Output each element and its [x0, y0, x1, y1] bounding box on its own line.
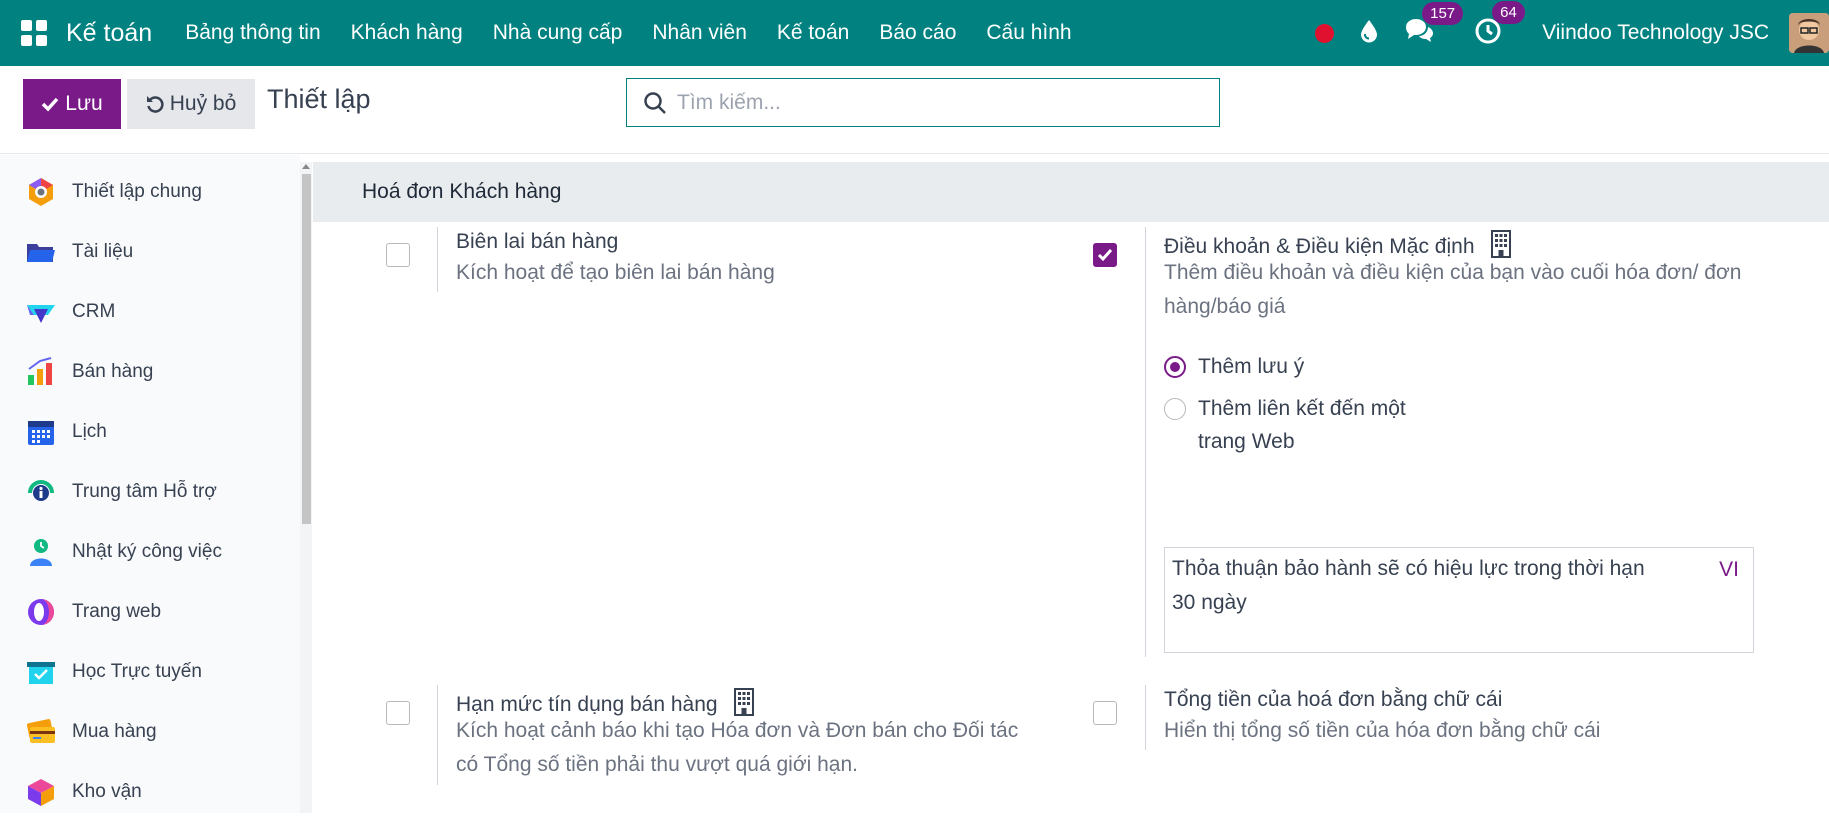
website-icon — [28, 599, 54, 625]
save-button[interactable]: Lưu — [23, 79, 121, 129]
user-avatar[interactable] — [1789, 13, 1829, 53]
menu-vendors[interactable]: Nhà cung cấp — [478, 21, 638, 45]
settings-sidebar: Thiết lập chung Tài liệu CRM Bán hàng Lị… — [0, 155, 300, 813]
sidebar-item-label: Học Trực tuyến — [72, 661, 202, 682]
settings-hexagon-icon — [29, 178, 53, 206]
discard-button[interactable]: Huỷ bỏ — [127, 79, 255, 129]
messages-icon[interactable]: 157 — [1404, 1, 1464, 49]
sidebar-item-label: Mua hàng — [72, 721, 157, 742]
app-brand[interactable]: Kế toán — [66, 19, 152, 48]
activity-clock-icon[interactable]: 64 — [1474, 0, 1525, 50]
sales-receipts-title: Biên lai bán hàng — [456, 230, 619, 253]
menu-dashboard[interactable]: Bảng thông tin — [170, 21, 335, 45]
credit-limit-checkbox[interactable] — [386, 701, 410, 725]
default-terms-title: Điều khoản & Điều kiện Mặc định — [1164, 230, 1512, 259]
sidebar-item-label: CRM — [72, 301, 116, 322]
menu-customers[interactable]: Khách hàng — [336, 21, 478, 45]
company-switcher[interactable]: Viindoo Technology JSC — [1542, 21, 1769, 45]
apps-grid-icon[interactable] — [21, 20, 47, 46]
credit-limit-title-text: Hạn mức tín dụng bán hàng — [456, 693, 718, 716]
default-terms-text: Thỏa thuận bảo hành sẽ có hiệu lực trong… — [1172, 557, 1645, 614]
sidebar-item-purchase[interactable]: Mua hàng — [0, 702, 295, 762]
settings-main: Hoá đơn Khách hàng Biên lai bán hàng Kíc… — [313, 155, 1829, 813]
drop-icon[interactable] — [1360, 19, 1378, 48]
top-navbar: Kế toán Bảng thông tin Khách hàng Nhà cu… — [0, 0, 1829, 66]
undo-icon — [146, 96, 164, 113]
sidebar-item-label: Trang web — [72, 601, 162, 622]
company-building-icon — [734, 688, 755, 716]
record-dot-icon[interactable] — [1315, 23, 1335, 43]
amount-in-words-checkbox[interactable] — [1093, 701, 1117, 725]
divider — [1145, 227, 1146, 657]
sidebar-item-label: Tài liệu — [72, 241, 134, 262]
page-title: Thiết lập — [267, 84, 371, 114]
menu-employees[interactable]: Nhân viên — [637, 21, 762, 45]
credit-limit-desc: Kích hoạt cảnh báo khi tạo Hóa đơn và Đơ… — [456, 719, 1019, 776]
default-terms-title-text: Điều khoản & Điều kiện Mặc định — [1164, 235, 1475, 258]
calendar-icon — [28, 421, 54, 445]
sidebar-item-documents[interactable]: Tài liệu — [0, 222, 295, 282]
sidebar-item-label: Nhật ký công việc — [72, 541, 222, 562]
language-switch-button[interactable]: VI — [1719, 553, 1739, 587]
sidebar-item-label: Thiết lập chung — [72, 181, 202, 202]
sidebar-item-crm[interactable]: CRM — [0, 282, 295, 342]
search-box[interactable] — [626, 78, 1220, 127]
systray: 157 64 Viindoo Technology JSC — [1315, 0, 1829, 66]
check-icon — [1097, 249, 1113, 262]
sidebar-item-label: Bán hàng — [72, 361, 154, 382]
sidebar-item-timesheet[interactable]: Nhật ký công việc — [0, 522, 295, 582]
company-building-icon — [1491, 230, 1512, 258]
radio-add-web-link[interactable] — [1164, 398, 1186, 420]
sidebar-item-website[interactable]: Trang web — [0, 582, 295, 642]
sidebar-item-sales[interactable]: Bán hàng — [0, 342, 295, 402]
sidebar-item-general-settings[interactable]: Thiết lập chung — [0, 162, 295, 222]
timesheet-icon — [30, 539, 52, 566]
scrollbar-thumb[interactable] — [302, 174, 311, 524]
folder-icon — [27, 244, 55, 262]
sales-receipts-checkbox[interactable] — [386, 243, 410, 267]
sidebar-item-inventory[interactable]: Kho vận — [0, 762, 295, 822]
section-title-customer-invoices: Hoá đơn Khách hàng — [313, 162, 1829, 222]
discard-label: Huỷ bỏ — [169, 92, 237, 115]
purchase-card-icon — [26, 719, 55, 743]
amount-in-words-desc: Hiển thị tổng số tiền của hóa đơn bằng c… — [1164, 719, 1601, 742]
control-panel: Lưu Huỷ bỏ Thiết lập — [0, 66, 1829, 154]
sidebar-item-label: Kho vận — [72, 781, 142, 802]
default-terms-textarea[interactable]: Thỏa thuận bảo hành sẽ có hiệu lực trong… — [1164, 547, 1754, 653]
amount-in-words-title: Tổng tiền của hoá đơn bằng chữ cái — [1164, 688, 1503, 711]
crm-icon — [27, 305, 55, 323]
sidebar-item-helpdesk[interactable]: Trung tâm Hỗ trợ — [0, 462, 295, 522]
credit-limit-title: Hạn mức tín dụng bán hàng — [456, 688, 755, 717]
sidebar-item-label: Trung tâm Hỗ trợ — [72, 481, 217, 502]
activities-badge: 64 — [1492, 0, 1525, 24]
menu-accounting[interactable]: Kế toán — [762, 21, 864, 45]
default-terms-desc: Thêm điều khoản và điều kiện của bạn vào… — [1164, 261, 1742, 318]
radio-add-note[interactable] — [1164, 356, 1186, 378]
search-input[interactable] — [677, 90, 1197, 115]
sidebar-item-calendar[interactable]: Lịch — [0, 402, 295, 462]
search-icon — [644, 91, 666, 114]
menu-configuration[interactable]: Cấu hình — [971, 21, 1086, 45]
radio-add-note-label[interactable]: Thêm lưu ý — [1198, 350, 1304, 383]
menu-reports[interactable]: Báo cáo — [864, 21, 971, 45]
inventory-box-icon — [28, 779, 54, 806]
sidebar-item-label: Lịch — [72, 421, 107, 442]
check-icon — [42, 97, 59, 112]
sidebar-scrollbar[interactable] — [300, 162, 312, 813]
save-label: Lưu — [65, 92, 103, 115]
default-terms-checkbox[interactable] — [1093, 243, 1117, 267]
messages-badge: 157 — [1422, 1, 1464, 25]
divider — [1145, 685, 1146, 750]
elearning-icon — [27, 662, 55, 684]
sales-chart-icon — [28, 357, 52, 385]
scroll-up-arrow-icon[interactable] — [302, 164, 310, 169]
divider — [437, 227, 438, 292]
divider — [437, 685, 438, 785]
sales-receipts-desc: Kích hoạt để tạo biên lai bán hàng — [456, 261, 775, 284]
helpdesk-icon — [28, 480, 54, 501]
radio-add-web-link-label[interactable]: Thêm liên kết đến một trang Web — [1198, 392, 1438, 458]
sidebar-item-elearning[interactable]: Học Trực tuyến — [0, 642, 295, 702]
